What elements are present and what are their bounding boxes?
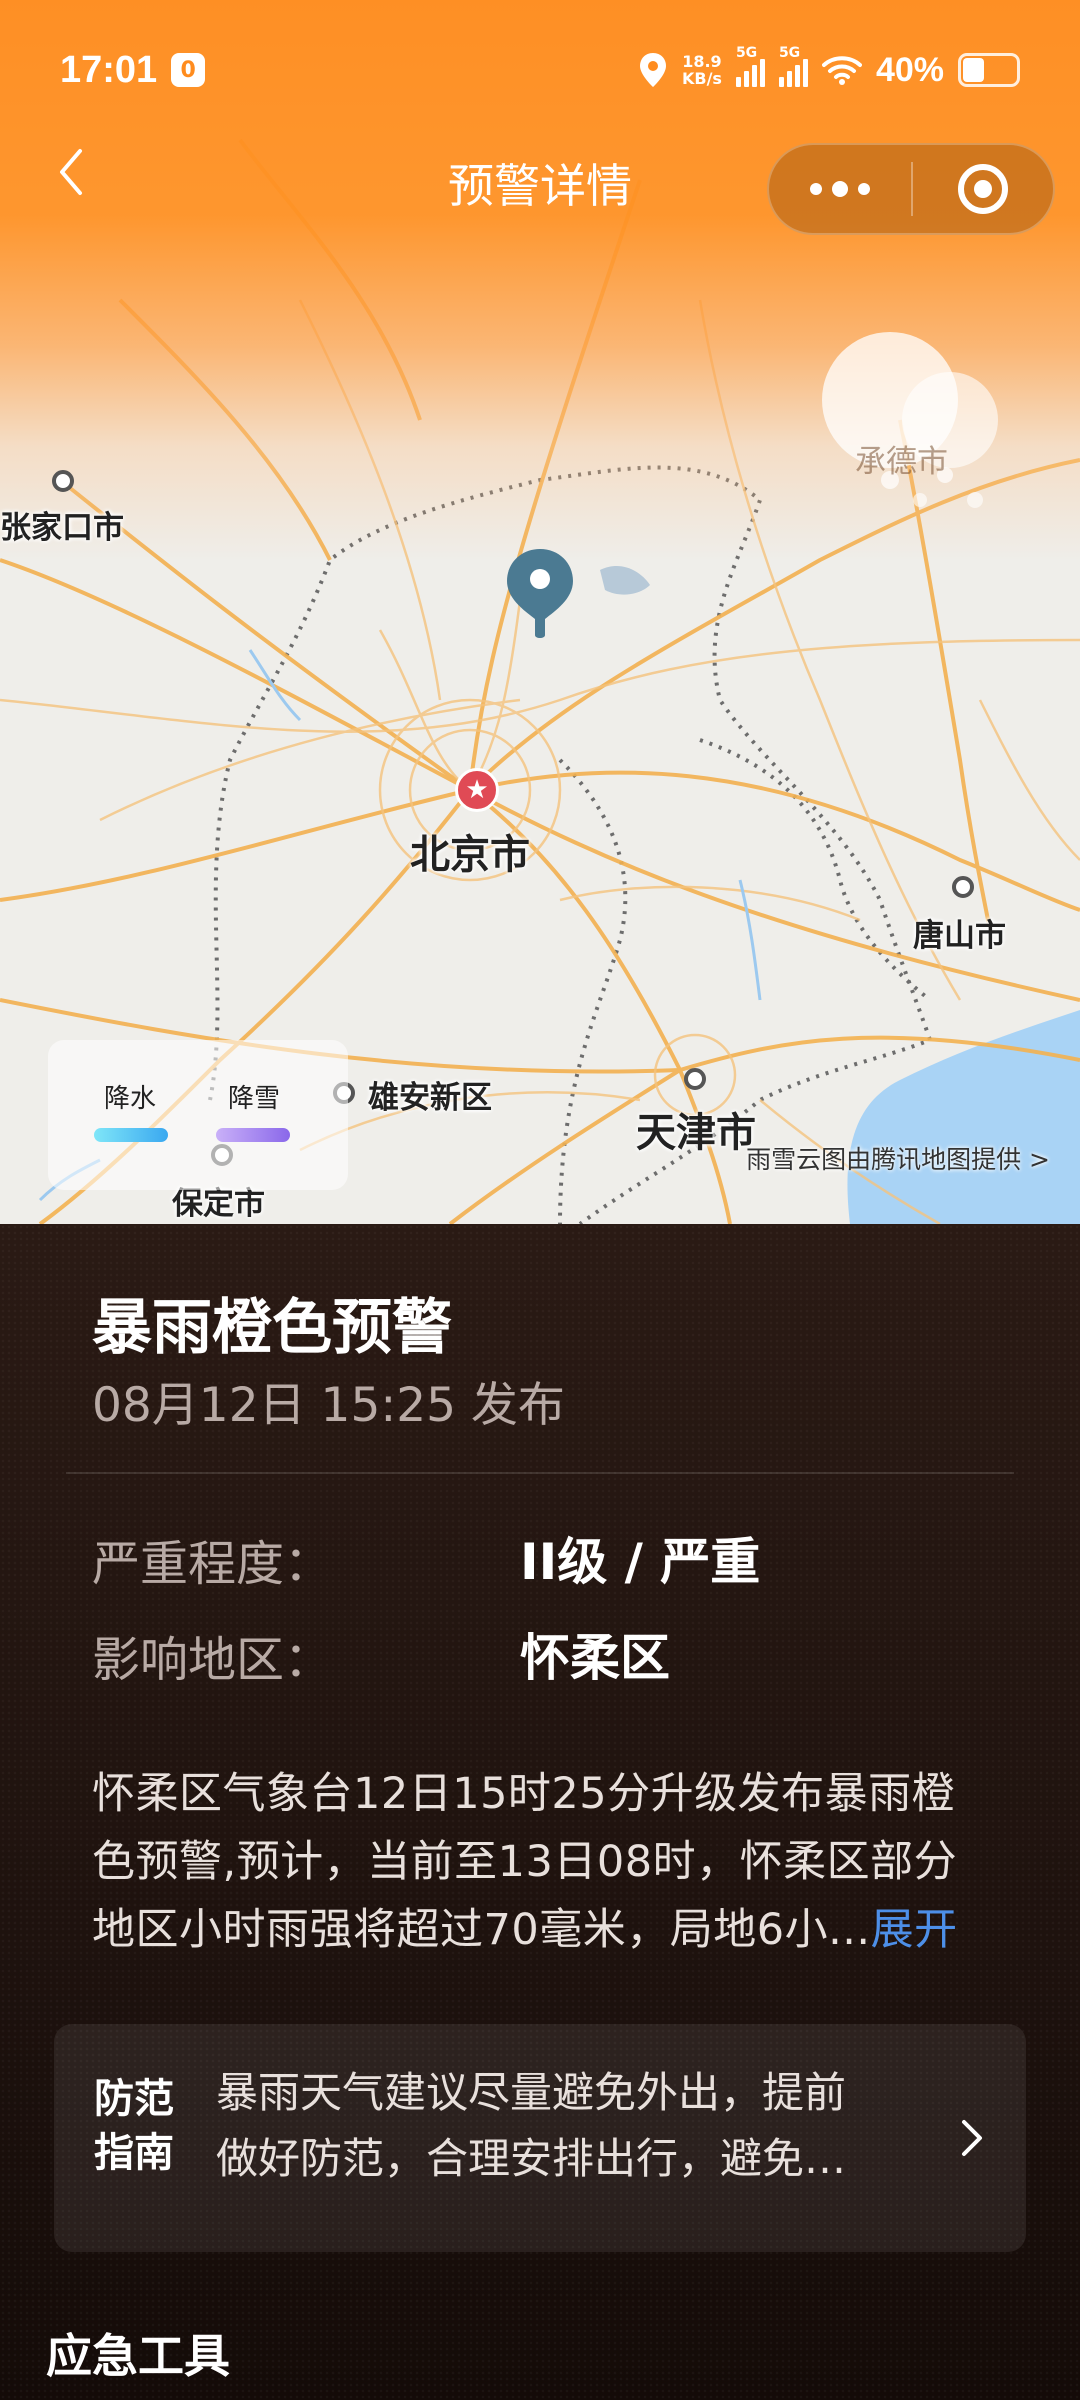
legend-rain-label: 降水 bbox=[104, 1084, 157, 1114]
battery-percent: 40% bbox=[875, 50, 944, 89]
map-label-chengde: 承德市 bbox=[855, 444, 948, 480]
map-label-xiongan: 雄安新区 bbox=[368, 1080, 492, 1116]
city-dot-tangshan bbox=[952, 876, 974, 898]
map-label-zhangjiakou: 张家口市 bbox=[0, 510, 124, 546]
alert-description: 怀柔区气象台12日15时25分升级发布暴雨橙 色预警,预计，当前至13日08时，… bbox=[92, 1760, 1002, 1964]
guide-tag-line: 指南 bbox=[94, 2130, 174, 2176]
battery-fill bbox=[963, 58, 984, 82]
capital-star-icon: ★ bbox=[455, 768, 499, 812]
more-dot-icon bbox=[858, 183, 870, 195]
expand-link[interactable]: 展开 bbox=[871, 1905, 958, 1955]
alert-title: 暴雨橙色预警 bbox=[92, 1293, 452, 1363]
guide-text-line: 暴雨天气建议尽量避免外出，提前 bbox=[216, 2068, 847, 2117]
description-line: 怀柔区气象台12日15时25分升级发布暴雨橙 bbox=[92, 1769, 956, 1819]
more-button[interactable] bbox=[769, 145, 911, 233]
net-speed: 18.9 KB/s bbox=[682, 53, 722, 87]
mini-program-capsule bbox=[767, 143, 1055, 235]
guide-tag: 防范 指南 bbox=[94, 2072, 184, 2180]
description-line-text: 地区小时雨强将超过70毫米，局地6小... bbox=[92, 1905, 871, 1955]
area-label: 影响地区： bbox=[92, 1632, 333, 1688]
vpn-icon: 0 bbox=[171, 53, 206, 87]
city-dot-zhangjiakou bbox=[52, 470, 74, 492]
net-speed-unit: KB/s bbox=[681, 69, 722, 88]
status-time: 17:01 bbox=[60, 48, 158, 91]
guide-tag-line: 防范 bbox=[94, 2076, 174, 2122]
signal-icon-2: 5G bbox=[778, 45, 808, 87]
map-label-tianjin: 天津市 bbox=[636, 1110, 756, 1156]
more-dot-icon bbox=[832, 181, 848, 197]
battery-icon bbox=[958, 53, 1020, 87]
signal-icon: 5G bbox=[735, 45, 765, 87]
rain-cloud-icon bbox=[822, 332, 998, 508]
map-legend: 降水 降雪 bbox=[48, 1040, 348, 1190]
chevron-right-icon bbox=[962, 2120, 982, 2156]
prevention-guide-card[interactable]: 防范 指南 暴雨天气建议尽量避免外出，提前 做好防范，合理安排出行，避免… bbox=[54, 2024, 1026, 2252]
legend-snow-label: 降雪 bbox=[228, 1084, 281, 1114]
divider bbox=[66, 1472, 1014, 1474]
alert-detail-panel: 暴雨橙色预警 08月12日 15:25 发布 严重程度： II级 / 严重 影响… bbox=[0, 1224, 1080, 2400]
net-speed-value: 18.9 bbox=[682, 52, 722, 71]
sim2-label: 5G bbox=[778, 45, 801, 61]
target-close-icon bbox=[958, 164, 1008, 214]
location-pin-icon[interactable] bbox=[503, 545, 577, 641]
wifi-icon bbox=[821, 56, 862, 85]
area-value: 怀柔区 bbox=[520, 1629, 670, 1687]
description-line-last: 地区小时雨强将超过70毫米，局地6小...展开 bbox=[92, 1896, 1002, 1964]
legend-rain-bar bbox=[94, 1128, 168, 1142]
map-label-beijing: 北京市 bbox=[410, 832, 530, 878]
alert-publish-time: 08月12日 15:25 发布 bbox=[92, 1378, 565, 1433]
location-icon bbox=[639, 53, 666, 87]
city-dot-tianjin bbox=[684, 1068, 706, 1090]
legend-snow-bar bbox=[216, 1128, 290, 1142]
more-dot-icon bbox=[810, 183, 822, 195]
guide-text: 暴雨天气建议尽量避免外出，提前 做好防范，合理安排出行，避免… bbox=[216, 2060, 956, 2192]
severity-value: II级 / 严重 bbox=[520, 1533, 761, 1591]
emergency-tools-heading: 应急工具 bbox=[46, 2329, 230, 2383]
description-line: 色预警,预计，当前至13日08时，怀柔区部分 bbox=[92, 1837, 958, 1887]
severity-label: 严重程度： bbox=[92, 1536, 333, 1592]
close-mini-program-button[interactable] bbox=[913, 145, 1053, 233]
map-attribution-link[interactable]: 雨雪云图由腾讯地图提供 > bbox=[746, 1140, 1050, 1176]
status-bar: 17:01 0 18.9 KB/s 5G 5G 40% bbox=[0, 0, 1080, 140]
map-label-tangshan: 唐山市 bbox=[913, 918, 1006, 954]
guide-text-line: 做好防范，合理安排出行，避免… bbox=[216, 2134, 847, 2183]
sim1-label: 5G bbox=[735, 45, 758, 61]
